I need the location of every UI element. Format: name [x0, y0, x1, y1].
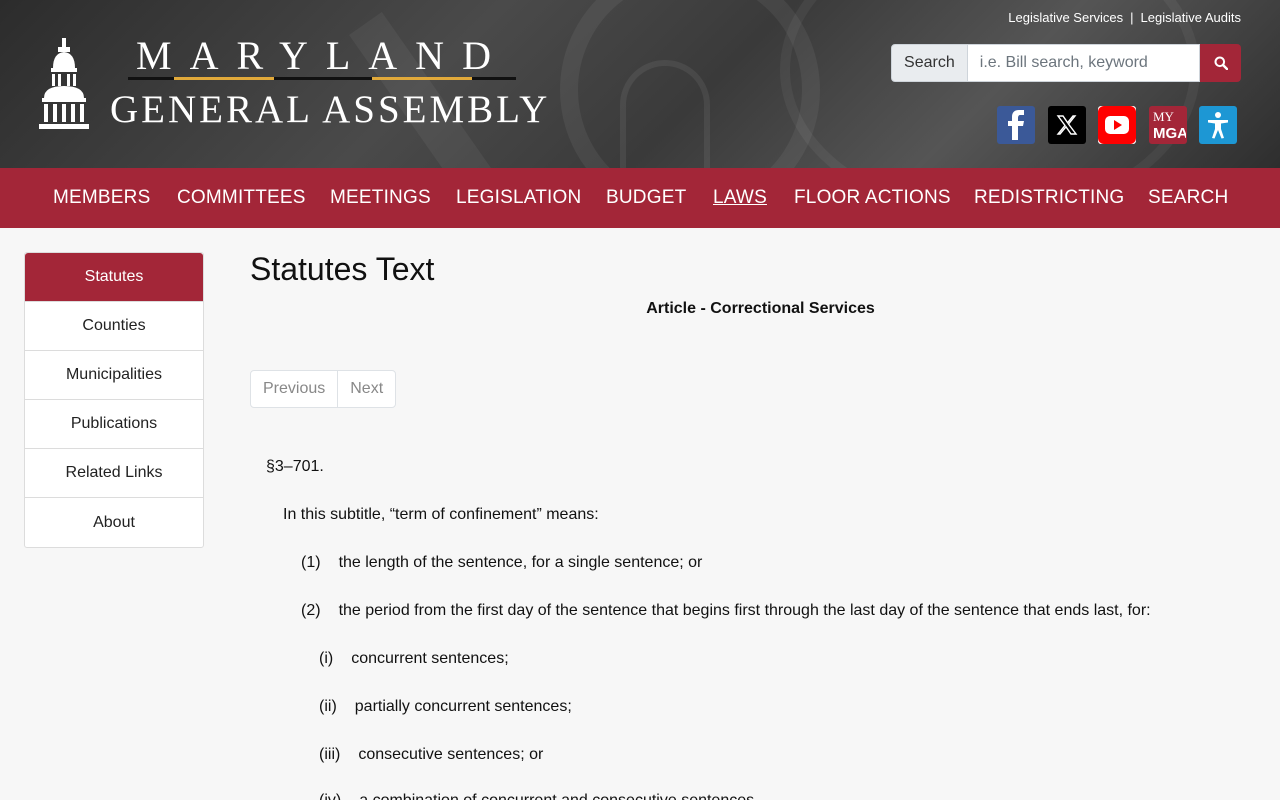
sidebar-item-counties[interactable]: Counties [25, 302, 203, 351]
item-number: (i) [319, 650, 334, 667]
search-icon [1214, 56, 1228, 70]
item-text: the period from the first day of the sen… [338, 602, 1151, 619]
article-title: Article - Correctional Services [646, 300, 875, 317]
accessibility-icon[interactable] [1199, 106, 1237, 144]
item-number: (iii) [319, 746, 341, 763]
nav-redistricting[interactable]: REDISTRICTING [974, 168, 1124, 228]
logo-divider [128, 77, 516, 80]
search-label: Search [891, 44, 968, 82]
sidebar-item-statutes[interactable]: Statutes [25, 253, 203, 302]
nav-search[interactable]: SEARCH [1148, 168, 1228, 228]
item-text: a combination of concurrent and consecut… [359, 792, 758, 800]
search-bar: Search [891, 44, 1241, 82]
item-text: partially concurrent sentences; [354, 698, 572, 715]
top-links: Legislative Services | Legislative Audits [1008, 10, 1241, 25]
youtube-icon[interactable] [1098, 106, 1136, 144]
nav-legislation[interactable]: LEGISLATION [456, 168, 581, 228]
item-number: (iv) [319, 792, 341, 800]
site-header: MARYLAND GENERAL ASSEMBLY Legislative Se… [0, 0, 1280, 168]
nav-budget[interactable]: BUDGET [606, 168, 686, 228]
facebook-icon[interactable] [997, 106, 1035, 144]
statute-subitem: (iv) a combination of concurrent and cons… [319, 792, 759, 800]
nav-members[interactable]: MEMBERS [53, 168, 150, 228]
item-text: the length of the sentence, for a single… [338, 554, 703, 571]
capitol-dome-icon[interactable] [38, 38, 90, 132]
x-twitter-icon[interactable] [1048, 106, 1086, 144]
statute-item: (2) the period from the first day of the … [301, 602, 1151, 620]
pagination: Previous Next [250, 370, 397, 408]
statute-subitem: (ii) partially concurrent sentences; [319, 698, 572, 716]
next-button[interactable]: Next [337, 371, 395, 407]
item-text: consecutive sentences; or [358, 746, 544, 763]
search-button[interactable] [1200, 44, 1241, 82]
statute-intro: In this subtitle, “term of confinement” … [283, 506, 599, 523]
item-number: (1) [301, 554, 321, 571]
nav-committees[interactable]: COMMITTEES [177, 168, 306, 228]
search-input[interactable] [967, 44, 1201, 82]
link-separator: | [1130, 10, 1134, 25]
nav-laws[interactable]: LAWS [713, 168, 767, 228]
statute-item: (1) the length of the sentence, for a sin… [301, 554, 702, 572]
header-background-window [620, 60, 710, 168]
page-title: Statutes Text [250, 251, 435, 287]
statute-subitem: (i) concurrent sentences; [319, 650, 509, 668]
legislative-audits-link[interactable]: Legislative Audits [1141, 10, 1241, 25]
item-text: concurrent sentences; [351, 650, 509, 667]
nav-floor-actions[interactable]: FLOOR ACTIONS [794, 168, 951, 228]
main-nav: MEMBERS COMMITTEES MEETINGS LEGISLATION … [0, 168, 1280, 228]
laws-sidebar: Statutes Counties Municipalities Publica… [24, 252, 204, 548]
header-background-arch [780, 0, 1200, 168]
nav-meetings[interactable]: MEETINGS [330, 168, 431, 228]
section-number: §3–701. [266, 458, 324, 475]
sidebar-item-about[interactable]: About [25, 498, 203, 547]
logo-maryland[interactable]: MARYLAND [130, 34, 515, 78]
item-number: (ii) [319, 698, 337, 715]
statute-subitem: (iii) consecutive sentences; or [319, 746, 543, 764]
previous-button[interactable]: Previous [251, 371, 337, 407]
svg-text:MY: MY [1153, 109, 1175, 124]
legislative-services-link[interactable]: Legislative Services [1008, 10, 1123, 25]
sidebar-item-municipalities[interactable]: Municipalities [25, 351, 203, 400]
my-mga-icon[interactable]: MY MGA [1149, 106, 1187, 144]
logo-general-assembly[interactable]: GENERAL ASSEMBLY [110, 88, 547, 132]
sidebar-item-publications[interactable]: Publications [25, 400, 203, 449]
item-number: (2) [301, 602, 321, 619]
svg-text:MGA: MGA [1153, 125, 1186, 142]
sidebar-item-related-links[interactable]: Related Links [25, 449, 203, 498]
